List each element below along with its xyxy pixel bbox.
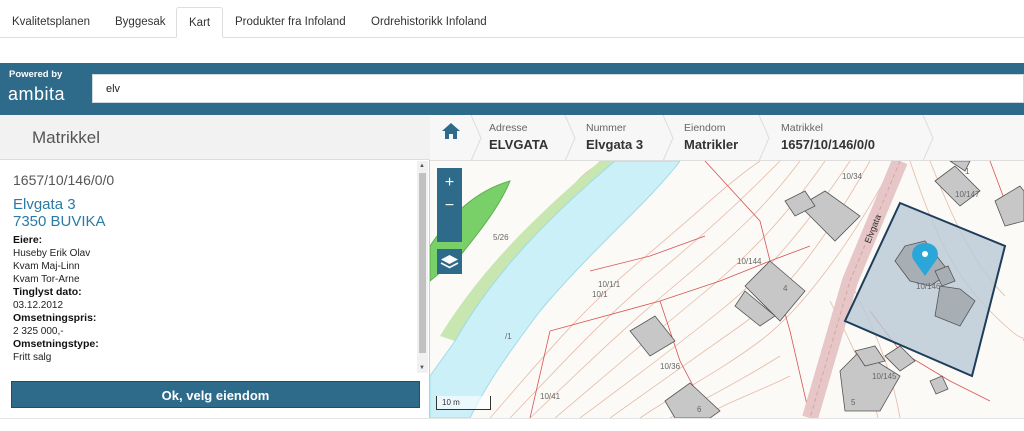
- breadcrumb-separator-icon: [564, 115, 576, 161]
- breadcrumb-value: Elvgata 3: [586, 137, 644, 152]
- breadcrumb-label: Eiendom: [684, 122, 726, 134]
- breadcrumb-separator-icon: [922, 115, 934, 161]
- tab-byggesak[interactable]: Byggesak: [103, 7, 178, 38]
- breadcrumb-separator-icon: [470, 115, 482, 161]
- map-canvas[interactable]: 5/26 10/1/1 10/1 /1 10/36 10/41 10/144 4…: [430, 161, 1024, 418]
- breadcrumb-label: Matrikkel: [781, 122, 824, 134]
- panel-scrollbar[interactable]: ▲ ▼: [417, 161, 428, 373]
- scale-bar: 10 m: [436, 396, 491, 410]
- scroll-down-icon[interactable]: ▼: [419, 365, 425, 371]
- tab-bar: Kvalitetsplanen Byggesak Kart Produkter …: [0, 0, 1024, 38]
- breadcrumb: Adresse ELVGATA Nummer Elvgata 3 Eiendom…: [430, 115, 1024, 161]
- panel-title: Matrikkel: [32, 128, 101, 147]
- map-label: 6: [697, 405, 702, 414]
- owner-item: Kvam Tor-Arne: [13, 274, 80, 285]
- river: [430, 161, 681, 418]
- owners-section: Eiere: Huseby Erik Olav Kvam Maj-Linn Kv…: [13, 234, 404, 364]
- map-label: 1: [965, 167, 970, 176]
- matrikkel-panel: Matrikkel 1657/10/146/0/0 Elvgata 3 7350…: [0, 115, 430, 418]
- matrikkel-id: 1657/10/146/0/0: [13, 172, 115, 188]
- address-line-1: Elvgata 3: [13, 196, 76, 213]
- breadcrumb-value: 1657/10/146/0/0: [781, 137, 875, 152]
- map-label: 10/36: [660, 362, 681, 371]
- omsetningstype-label: Omsetningstype:: [13, 338, 99, 350]
- tab-kart[interactable]: Kart: [176, 7, 224, 38]
- breadcrumb-label: Nummer: [586, 122, 627, 134]
- panel-header: Matrikkel: [0, 115, 430, 160]
- map-label: 10/41: [540, 392, 561, 401]
- map-label: /1: [505, 332, 512, 341]
- omsetningspris-label: Omsetningspris:: [13, 312, 97, 324]
- omsetningspris-value: 2 325 000,-: [13, 326, 64, 337]
- breadcrumb-separator-icon: [662, 115, 674, 161]
- map-label: 10/146: [916, 282, 941, 291]
- home-icon[interactable]: [441, 122, 461, 140]
- breadcrumb-item-nummer[interactable]: Nummer Elvgata 3: [586, 122, 643, 152]
- layers-button[interactable]: [437, 249, 462, 274]
- tab-produkter-fra-infoland[interactable]: Produkter fra Infoland: [223, 7, 358, 38]
- address-line-2: 7350 BUVIKA: [13, 213, 106, 230]
- select-property-button[interactable]: Ok, velg eiendom: [11, 381, 420, 408]
- zoom-control: + −: [437, 168, 462, 242]
- breadcrumb-value: ELVGATA: [489, 137, 549, 152]
- map-label: 10/1/1: [598, 280, 621, 289]
- map-label: 10/145: [872, 372, 897, 381]
- search-box: [92, 74, 1024, 103]
- owner-item: Huseby Erik Olav: [13, 248, 91, 259]
- zoom-out-button[interactable]: −: [437, 193, 462, 218]
- map-label: 10/34: [842, 172, 863, 181]
- ambita-logo: ambita: [8, 84, 66, 104]
- map-label: 5/26: [493, 233, 509, 242]
- map-label: 5: [851, 398, 856, 407]
- owner-item: Kvam Maj-Linn: [13, 261, 80, 272]
- tab-kvalitetsplanen[interactable]: Kvalitetsplanen: [0, 7, 102, 38]
- breadcrumb-separator-icon: [758, 115, 770, 161]
- omsetningstype-value: Fritt salg: [13, 352, 52, 363]
- owners-label: Eiere:: [13, 234, 43, 246]
- map-label: 10/147: [955, 190, 980, 199]
- tinglyst-label: Tinglyst dato:: [13, 286, 82, 298]
- zoom-in-button[interactable]: +: [437, 170, 462, 195]
- ambita-header: Powered by ambita: [0, 63, 1024, 115]
- tinglyst-value: 03.12.2012: [13, 300, 64, 311]
- map-label: 10/1: [592, 290, 608, 299]
- powered-by-text: Powered by: [9, 69, 63, 80]
- map-view[interactable]: 5/26 10/1/1 10/1 /1 10/36 10/41 10/144 4…: [430, 161, 1024, 418]
- breadcrumb-item-adresse[interactable]: Adresse ELVGATA: [489, 122, 548, 152]
- breadcrumb-item-eiendom[interactable]: Eiendom Matrikler: [684, 122, 738, 152]
- scroll-up-icon[interactable]: ▲: [419, 163, 425, 169]
- breadcrumb-item-matrikkel[interactable]: Matrikkel 1657/10/146/0/0: [781, 122, 875, 152]
- property-info: 1657/10/146/0/0 Elvgata 3 7350 BUVIKA Ei…: [0, 161, 417, 373]
- map-label: 10/144: [737, 257, 762, 266]
- breadcrumb-value: Matrikler: [684, 137, 739, 152]
- scrollbar-thumb[interactable]: [419, 173, 426, 353]
- breadcrumb-label: Adresse: [489, 122, 528, 134]
- tab-ordrehistorikk-infoland[interactable]: Ordrehistorikk Infoland: [359, 7, 499, 38]
- map-label: 4: [783, 284, 788, 293]
- layers-icon: [440, 255, 459, 269]
- footer: [0, 418, 1024, 431]
- search-input[interactable]: [93, 75, 1023, 102]
- property-address: Elvgata 3 7350 BUVIKA: [13, 196, 404, 230]
